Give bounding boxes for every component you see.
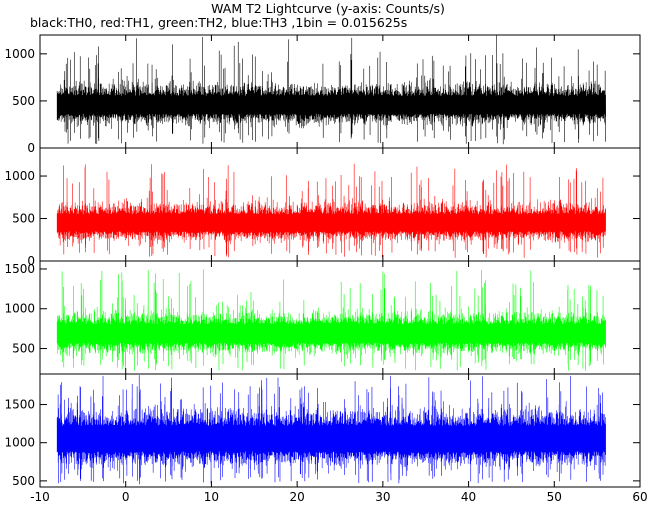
chart-subtitle: black:TH0, red:TH1, green:TH2, blue:TH3 …: [30, 15, 407, 30]
y-tick-label: 500: [12, 474, 35, 488]
x-axis: -10 0 10 20 30 40 50 60: [30, 490, 647, 504]
x-tick-label: 30: [375, 490, 390, 504]
panel-frame: [39, 147, 641, 262]
series-trace-th0: [56, 75, 606, 131]
panels-layer: 05001000050010005001000150050010001500: [4, 34, 641, 488]
chart-title: WAM T2 Lightcurve (y-axis: Counts/s): [211, 1, 445, 16]
lightcurve-chart: WAM T2 Lightcurve (y-axis: Counts/s) bla…: [0, 0, 656, 504]
x-tick-label: 40: [461, 490, 476, 504]
y-tick-label: 1000: [4, 436, 35, 450]
panel-th2: 500 1000 1500: [4, 260, 641, 375]
y-tick-label: 500: [12, 94, 35, 108]
y-tick-label: 1000: [4, 169, 35, 183]
series-trace-th2: [56, 305, 606, 359]
series-trace-th1: [56, 196, 606, 247]
x-tick-label: 20: [290, 490, 305, 504]
y-tick-label: 1500: [4, 398, 35, 412]
lightcurve-svg: WAM T2 Lightcurve (y-axis: Counts/s) bla…: [4, 1, 647, 504]
y-tick-label: 500: [12, 342, 35, 356]
y-tick-label: 1000: [4, 47, 35, 61]
panel-th1: 05001000: [4, 147, 641, 268]
x-tick-label: 10: [204, 490, 219, 504]
panel-th0: 0 500 1000: [4, 34, 641, 155]
y-tick-label: 500: [12, 212, 35, 226]
y-tick-label: 0: [27, 141, 35, 155]
y-tick-label: 1500: [4, 262, 35, 276]
panel-th3: 500 1000 1500: [4, 373, 641, 488]
x-tick-label: 50: [547, 490, 562, 504]
x-tick-label: -10: [30, 490, 50, 504]
x-tick-label: 0: [122, 490, 130, 504]
x-tick-label: 60: [632, 490, 647, 504]
y-tick-label: 1000: [4, 302, 35, 316]
